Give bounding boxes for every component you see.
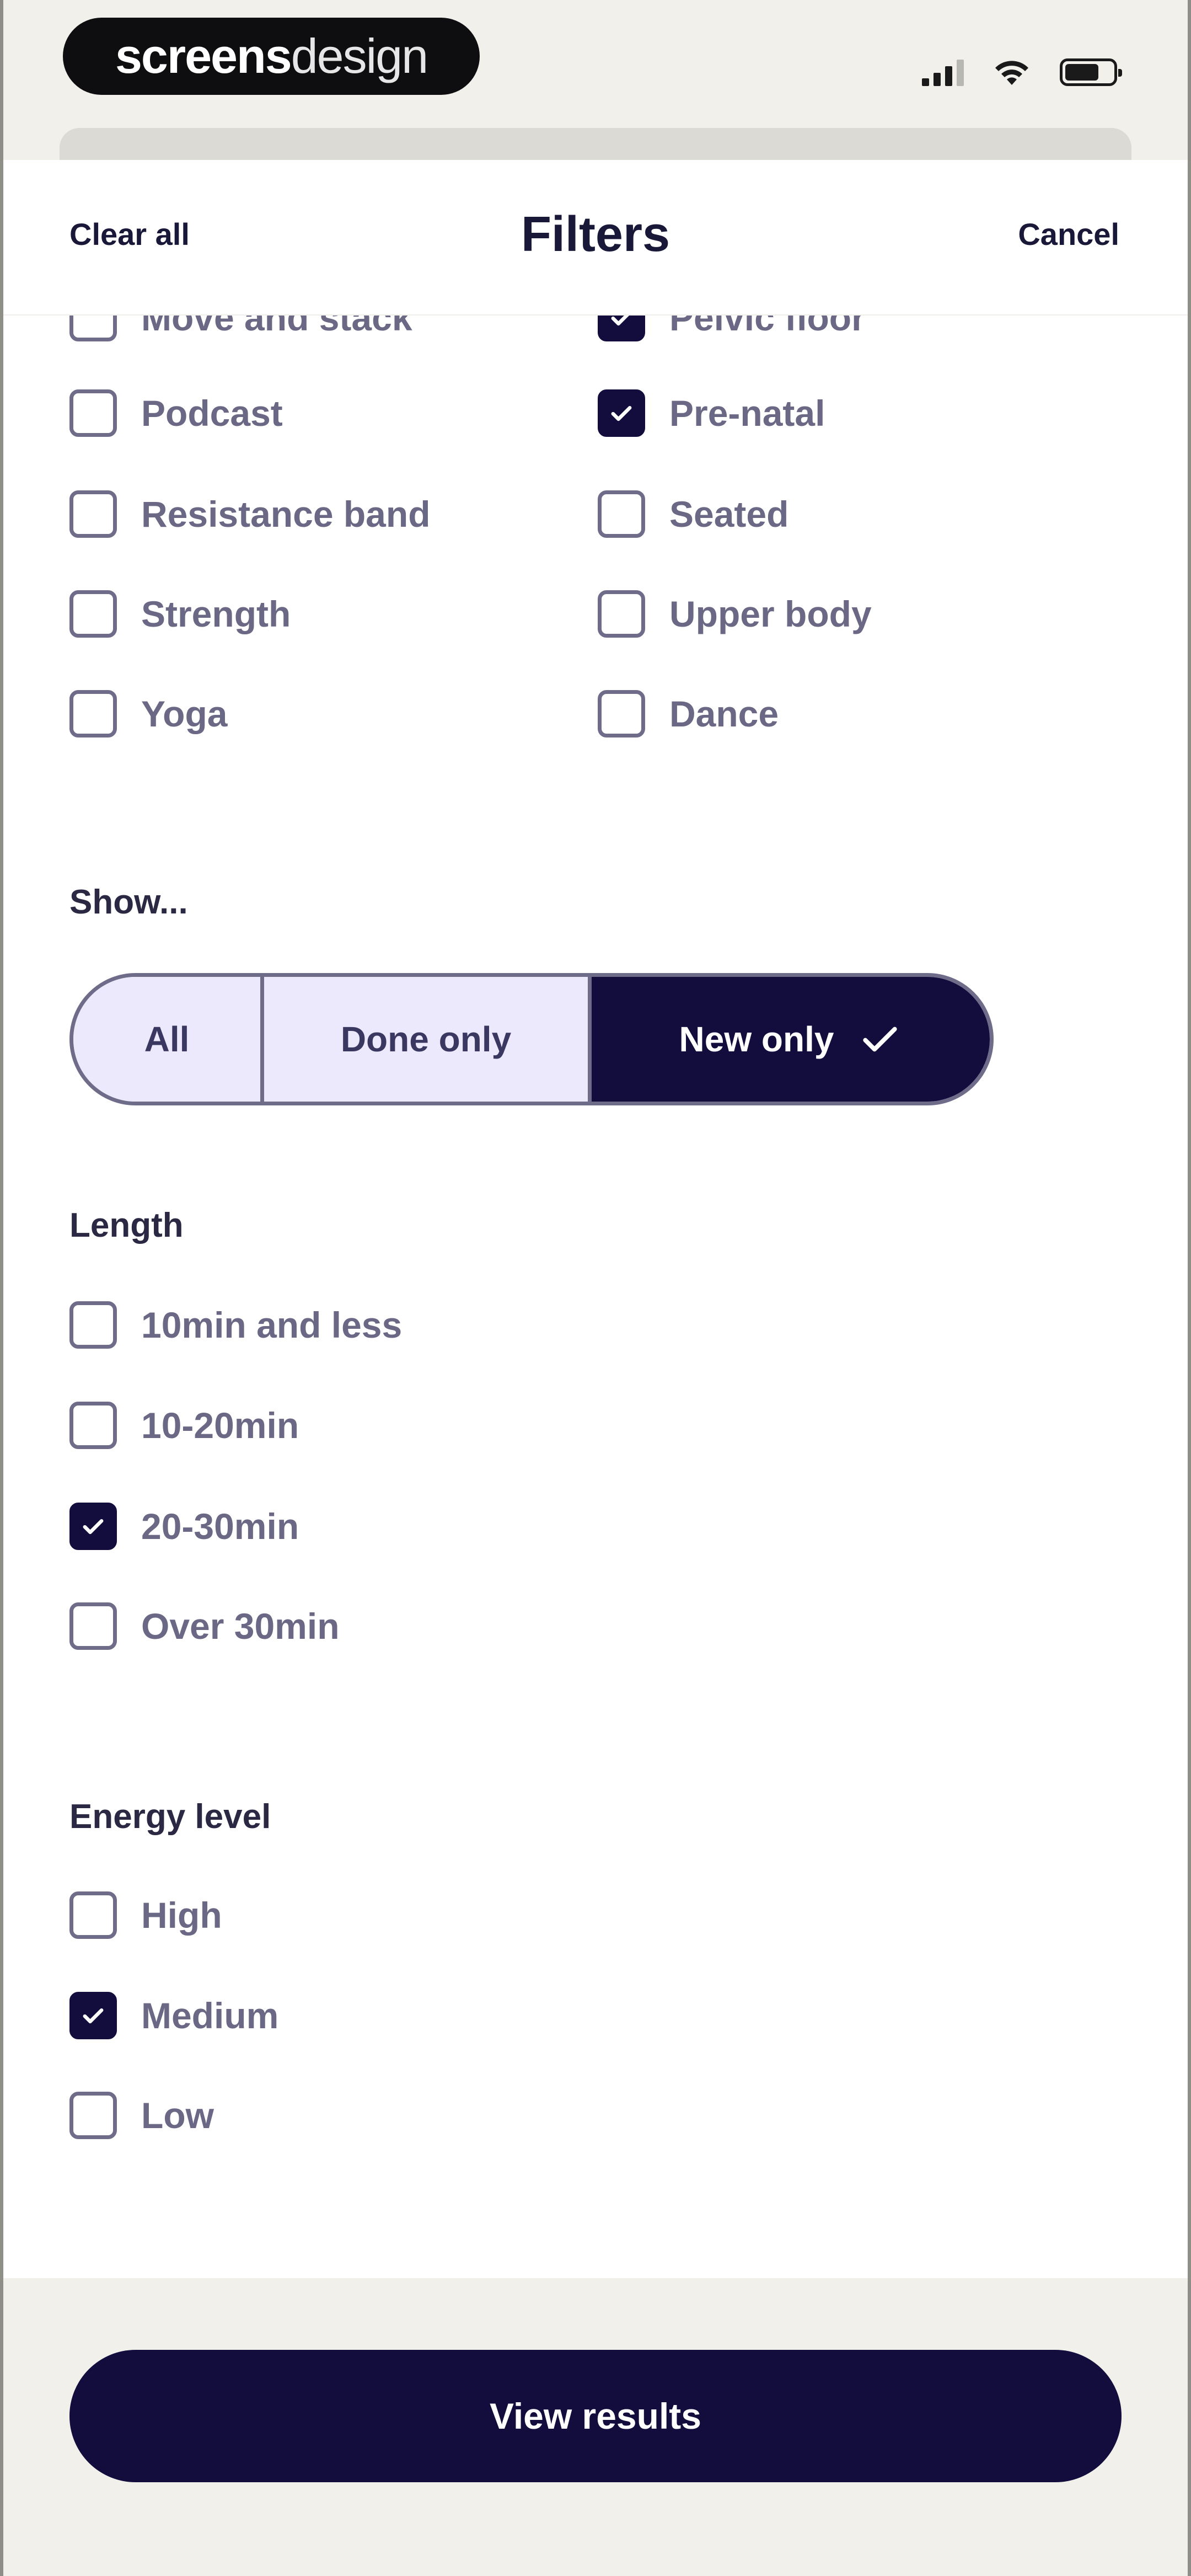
checkbox[interactable] — [69, 490, 117, 538]
segment-label: New only — [679, 1019, 834, 1059]
segment-new-only[interactable]: New only — [592, 977, 990, 1102]
brand-logo-part2: design — [291, 29, 428, 83]
battery-icon — [1060, 58, 1122, 86]
checkbox[interactable] — [69, 389, 117, 437]
checkbox-label: Low — [141, 2095, 214, 2136]
checkbox-label: High — [141, 1895, 222, 1936]
checkbox[interactable] — [598, 690, 645, 737]
checkbox-label: Pre-natal — [669, 393, 825, 434]
filters-sheet: Clear all Filters Cancel Move and stack … — [3, 160, 1188, 2278]
checkbox-label: 20-30min — [141, 1506, 299, 1547]
wifi-icon — [995, 61, 1028, 85]
checkbox[interactable] — [69, 1402, 117, 1449]
checkmark-icon — [611, 406, 632, 421]
checkbox[interactable] — [69, 690, 117, 737]
app-screen: screensdesign Clear all Filters Cancel — [0, 0, 1191, 2576]
segment-all[interactable]: All — [73, 977, 264, 1102]
checkbox-label: Medium — [141, 1995, 279, 2036]
status-icons — [922, 53, 1122, 86]
checkbox[interactable] — [69, 590, 117, 638]
brand-logo-part1: screens — [115, 29, 292, 83]
segment-label: Done only — [340, 1019, 512, 1059]
page-title: Filters — [521, 207, 670, 262]
checkbox-row[interactable]: Podcast — [69, 388, 283, 439]
checkbox-label: Seated — [669, 494, 789, 535]
cancel-button[interactable]: Cancel — [1018, 216, 1119, 252]
checkbox-row[interactable]: 10-20min — [69, 1400, 299, 1451]
segment-done-only[interactable]: Done only — [264, 977, 592, 1102]
checkbox[interactable] — [69, 1602, 117, 1650]
checkmark-icon — [83, 1519, 104, 1535]
show-segmented-control: All Done only New only — [69, 973, 994, 1105]
checkbox-row[interactable]: Strength — [69, 589, 291, 639]
checkbox-row[interactable]: Dance — [598, 688, 779, 739]
checkbox-row[interactable]: Resistance band — [69, 489, 431, 539]
checkbox-row[interactable]: Upper body — [598, 589, 872, 639]
checkbox-checked[interactable] — [69, 1992, 117, 2039]
energy-section-title: Energy level — [69, 1798, 271, 1836]
checkbox[interactable] — [598, 490, 645, 538]
checkbox-label: Podcast — [141, 393, 283, 434]
checkbox-row[interactable]: 20-30min — [69, 1501, 299, 1552]
checkbox-label: Over 30min — [141, 1606, 340, 1647]
checkbox-label: Resistance band — [141, 494, 431, 535]
bottom-action-bar: View results — [3, 2278, 1188, 2576]
view-results-button[interactable]: View results — [69, 2350, 1122, 2482]
checkbox-label: 10-20min — [141, 1405, 299, 1446]
checkbox[interactable] — [69, 2092, 117, 2139]
checkbox[interactable] — [598, 590, 645, 638]
checkbox-row[interactable]: Over 30min — [69, 1601, 340, 1652]
checkbox-checked[interactable] — [598, 389, 645, 437]
checkmark-icon — [83, 2008, 104, 2024]
checkbox-row[interactable]: Yoga — [69, 688, 227, 739]
show-section-title: Show... — [69, 883, 188, 921]
segment-label: All — [144, 1019, 190, 1059]
checkbox-row[interactable]: Low — [69, 2090, 214, 2141]
checkbox-checked[interactable] — [69, 1503, 117, 1550]
checkbox-label: 10min and less — [141, 1305, 403, 1345]
checkbox[interactable] — [69, 1891, 117, 1939]
checkbox-label: Yoga — [141, 693, 228, 734]
length-section-title: Length — [69, 1206, 184, 1244]
checkbox-label: Strength — [141, 594, 291, 634]
status-bar: screens design — [3, 0, 1188, 128]
checkbox-label: Dance — [669, 693, 779, 734]
checkbox[interactable] — [69, 1301, 117, 1349]
checkbox-row[interactable]: Seated — [598, 489, 788, 539]
checkbox-row[interactable]: 10min and less — [69, 1300, 402, 1350]
checkbox-row[interactable]: Pre-natal — [598, 388, 825, 439]
check-icon — [863, 1027, 898, 1052]
brand-logo: screens design — [63, 18, 480, 95]
checkbox-row[interactable]: Medium — [69, 1990, 278, 2041]
checkbox-label: Upper body — [669, 594, 872, 634]
signal-icon — [922, 58, 964, 86]
nav-bar: Clear all Filters Cancel — [3, 160, 1188, 316]
checkbox-row[interactable]: High — [69, 1890, 222, 1941]
